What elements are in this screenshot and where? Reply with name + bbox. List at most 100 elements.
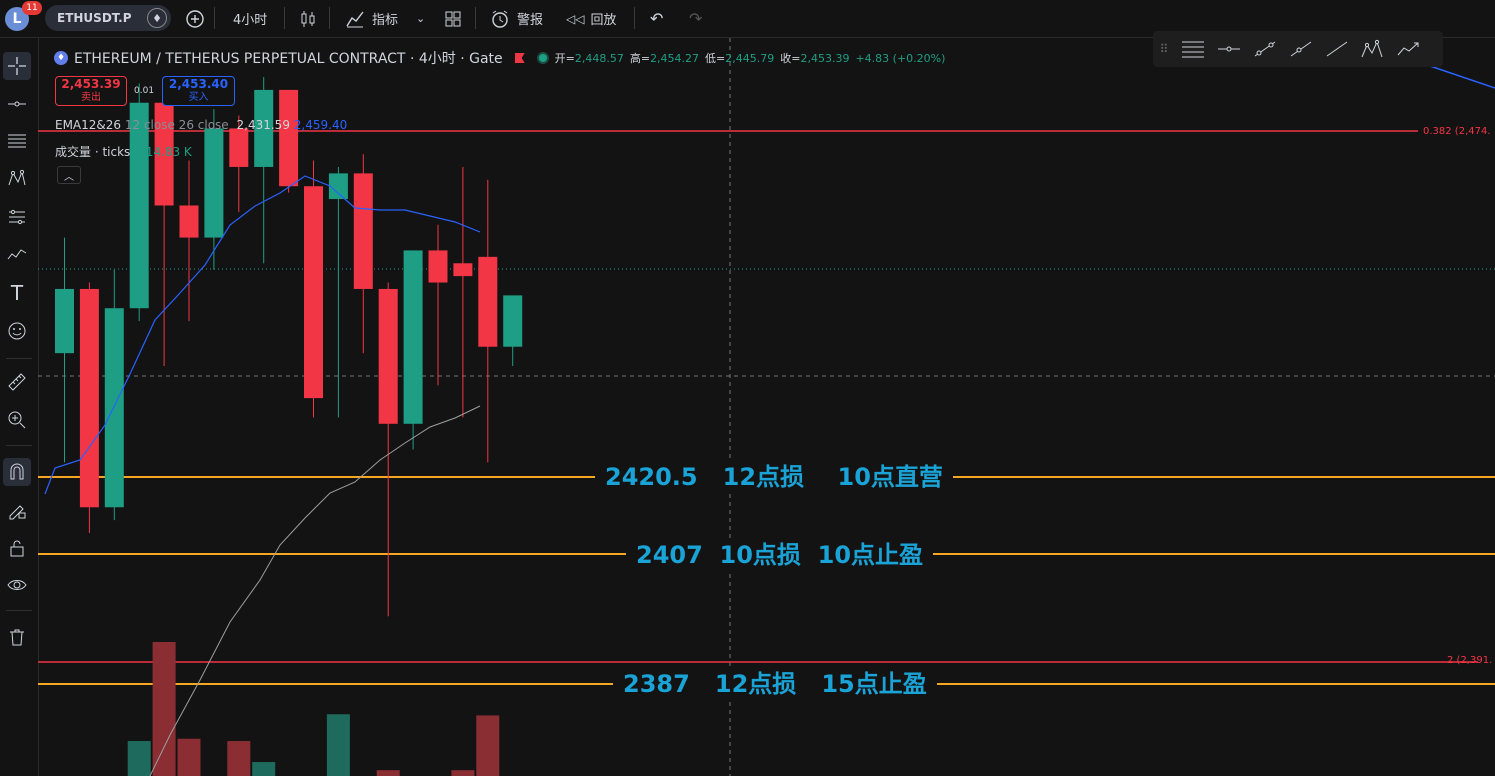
volume-bar <box>376 770 400 776</box>
volume-bar <box>177 738 201 776</box>
alarm-clock-icon <box>492 10 508 28</box>
candle-body <box>328 173 348 200</box>
path-tool-icon[interactable] <box>1391 31 1427 67</box>
extended-line-icon[interactable] <box>1319 31 1355 67</box>
sell-button[interactable]: 2,453.39 卖出 <box>55 76 127 106</box>
sell-price: 2,453.39 <box>61 77 121 91</box>
sell-label: 卖出 <box>81 92 101 103</box>
replay-label: 回放 <box>590 13 617 28</box>
price-chart[interactable] <box>38 38 1495 776</box>
drag-handle-icon[interactable]: ⠿ <box>1153 31 1175 67</box>
sidebar-divider <box>6 358 32 359</box>
fib-icon[interactable] <box>3 127 31 155</box>
redo-icon[interactable]: ↷ <box>689 0 702 37</box>
sidebar-divider <box>6 445 32 446</box>
volume-bar <box>326 714 350 776</box>
pattern-tool-icon[interactable] <box>1355 31 1391 67</box>
toolbar-divider <box>634 7 635 29</box>
volume-value: 914.83 K <box>138 145 192 159</box>
brush-icon[interactable] <box>3 241 31 269</box>
candle-body <box>179 205 199 238</box>
chart-pane[interactable] <box>38 38 1495 776</box>
chart-legend: ♦ ETHEREUM / TETHERUS PERPETUAL CONTRACT… <box>54 48 945 68</box>
candlestick-icon <box>301 10 315 27</box>
volume-bar <box>451 770 475 776</box>
ema-slow-line <box>149 405 481 776</box>
symbol-search-button[interactable]: ETHUSDT.P ♦ <box>45 5 171 31</box>
emoji-icon[interactable] <box>3 317 31 345</box>
undo-icon[interactable]: ↶ <box>650 0 663 37</box>
compare-button[interactable] <box>184 0 206 37</box>
layout-button[interactable] <box>443 0 463 37</box>
floating-drawing-toolbar: ⠿ <box>1153 31 1443 67</box>
annotation-2407[interactable]: 2407 10点损 10点止盈 <box>626 540 934 570</box>
candle-body <box>129 102 149 309</box>
lock-drawing-icon[interactable] <box>3 496 31 524</box>
volume-legend[interactable]: 成交量 · ticks 914.83 K <box>55 143 192 160</box>
unlock-icon[interactable] <box>3 534 31 562</box>
pattern-icon[interactable] <box>3 165 31 193</box>
volume-bar <box>252 762 276 776</box>
candle-body <box>403 250 423 424</box>
open-label: 开= <box>554 52 575 65</box>
horizontal-ray-icon[interactable] <box>3 90 31 118</box>
indicators-icon <box>346 11 364 27</box>
fib-2-label: 2 (2,391. <box>1447 655 1493 666</box>
trend-line <box>1429 65 1495 89</box>
annotation-2420[interactable]: 2420.5 12点损 10点直营 <box>595 462 953 492</box>
horizontal-line-icon[interactable] <box>1211 31 1247 67</box>
indicators-button[interactable]: 指标 <box>344 0 398 37</box>
avatar-letter: L <box>12 11 22 27</box>
ruler-icon[interactable] <box>3 368 31 396</box>
replay-button[interactable]: ◁◁ 回放 <box>566 0 616 37</box>
notification-badge: 11 <box>22 1 42 15</box>
candle-body <box>229 128 249 167</box>
indicators-label: 指标 <box>372 13 399 28</box>
ema-fast-value: 2,431.59 <box>236 118 290 132</box>
candle-body <box>353 173 373 289</box>
projection-icon[interactable] <box>3 203 31 231</box>
ema-name: EMA12&26 <box>55 118 122 132</box>
fib-0382-label: 0.382 (2,474. <box>1423 126 1491 137</box>
alert-button[interactable]: 警报 <box>489 0 543 37</box>
rewind-icon: ◁◁ <box>566 11 585 26</box>
text-icon[interactable]: T <box>3 279 31 307</box>
buy-button[interactable]: 2,453.40 买入 <box>162 76 235 106</box>
close-value: 2,453.39 <box>800 51 850 65</box>
annotation-2387[interactable]: 2387 12点损 15点止盈 <box>613 669 937 699</box>
candle-body <box>503 295 523 347</box>
zoom-in-icon[interactable] <box>3 406 31 434</box>
crosshair-icon[interactable] <box>3 52 31 80</box>
change-value: +4.83 (+0.20%) <box>855 51 946 65</box>
sidebar-divider <box>6 610 32 611</box>
high-label: 高= <box>629 52 651 65</box>
collapse-legend-button[interactable]: ︿ <box>57 166 81 184</box>
interval-button[interactable]: 4小时 <box>233 0 267 37</box>
fib-levels-icon[interactable] <box>1175 31 1211 67</box>
market-status-icon <box>536 52 549 64</box>
diamond-icon[interactable]: ♦ <box>147 8 167 28</box>
trash-icon[interactable] <box>3 623 31 651</box>
eye-icon[interactable] <box>3 571 31 599</box>
flag-icon[interactable] <box>514 53 525 63</box>
candle-body <box>378 288 398 424</box>
spread-value: 0.01 <box>134 86 155 96</box>
chevron-up-icon: ︿ <box>64 171 74 183</box>
magnet-icon[interactable] <box>3 458 31 486</box>
ema-legend[interactable]: EMA12&26 12 close 26 close 2,431.59 2,45… <box>55 118 347 132</box>
volume-bar <box>227 741 251 776</box>
toolbar-divider <box>329 7 330 29</box>
ema-slow-value: 2,459.40 <box>293 118 348 132</box>
candle-body <box>279 89 299 187</box>
trend-line-icon[interactable] <box>1247 31 1283 67</box>
ethereum-icon: ♦ <box>54 51 68 65</box>
chart-type-button[interactable] <box>297 0 319 37</box>
drawing-sidebar: T <box>0 38 39 776</box>
chevron-down-icon[interactable]: ⌄ <box>416 0 425 37</box>
add-circle-icon <box>186 9 204 28</box>
volume-bar <box>127 741 151 776</box>
candle-body <box>453 263 473 277</box>
ray-line-icon[interactable] <box>1283 31 1319 67</box>
high-value: 2,454.27 <box>650 51 700 65</box>
candle-body <box>104 308 124 508</box>
